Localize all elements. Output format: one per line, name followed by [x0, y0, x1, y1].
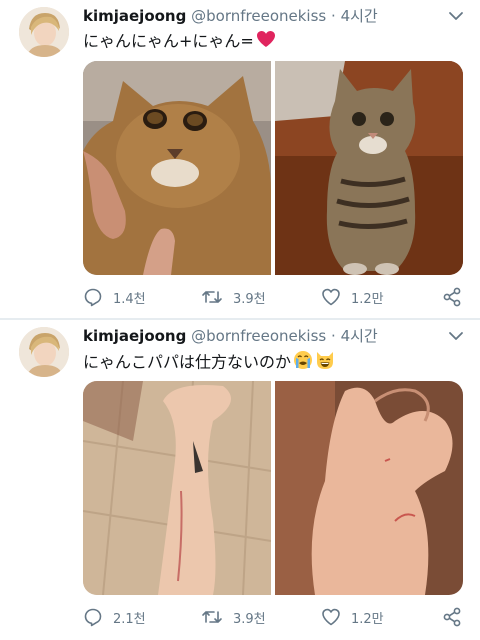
- reply-icon: [84, 608, 102, 627]
- timestamp[interactable]: 4시간: [341, 7, 378, 25]
- reply-button[interactable]: 2.1천: [83, 604, 146, 630]
- grinning-cat-face-icon: [315, 350, 335, 376]
- retweet-icon: [202, 611, 222, 623]
- share-icon: [443, 607, 461, 627]
- reply-count: 2.1천: [113, 611, 146, 627]
- media-image-cat-2[interactable]: [274, 61, 463, 275]
- retweet-icon: [202, 291, 222, 303]
- heart-outline-icon: [322, 288, 340, 306]
- avatar[interactable]: [19, 7, 69, 57]
- media-image-cat-1[interactable]: [83, 61, 272, 275]
- retweet-count: 3.9천: [233, 611, 266, 627]
- tweet-header: kimjaejoong @bornfreeonekiss · 4시간: [83, 326, 443, 346]
- timestamp[interactable]: 4시간: [341, 327, 378, 345]
- crying-face-icon: [293, 350, 313, 376]
- tweet-media[interactable]: [83, 381, 463, 595]
- share-button[interactable]: [441, 604, 463, 630]
- tweet-text: にゃんにゃん+にゃん=: [83, 30, 276, 54]
- tweet-text: にゃんこパパは仕方ないのか: [83, 350, 335, 376]
- chevron-down-icon[interactable]: [447, 9, 465, 23]
- separator: ·: [331, 7, 336, 25]
- reply-count: 1.4천: [113, 291, 146, 307]
- tweet[interactable]: kimjaejoong @bornfreeonekiss · 4시간 にゃんにゃ…: [0, 0, 480, 318]
- media-image-arm[interactable]: [83, 381, 272, 595]
- reply-icon: [84, 288, 102, 307]
- retweet-button[interactable]: 3.9천: [201, 604, 266, 630]
- like-count: 1.2만: [351, 611, 384, 627]
- tweet-header: kimjaejoong @bornfreeonekiss · 4시간: [83, 6, 443, 26]
- tweet-media[interactable]: [83, 61, 463, 275]
- handle[interactable]: @bornfreeonekiss: [191, 327, 326, 345]
- like-count: 1.2만: [351, 291, 384, 307]
- tweet-actions: 1.4천 3.9천 1.2만: [83, 284, 465, 310]
- heart-outline-icon: [322, 608, 340, 626]
- retweet-button[interactable]: 3.9천: [201, 284, 266, 310]
- retweet-count: 3.9천: [233, 291, 266, 307]
- tweet-text-body: にゃんこパパは仕方ないのか: [83, 352, 292, 372]
- chevron-down-icon[interactable]: [447, 329, 465, 343]
- separator: ·: [331, 327, 336, 345]
- display-name[interactable]: kimjaejoong: [83, 7, 186, 25]
- share-button[interactable]: [441, 284, 463, 310]
- handle[interactable]: @bornfreeonekiss: [191, 7, 326, 25]
- tweet-actions: 2.1천 3.9천 1.2만: [83, 604, 465, 630]
- like-button[interactable]: 1.2만: [321, 284, 384, 310]
- tweet[interactable]: kimjaejoong @bornfreeonekiss · 4시간 にゃんこパ…: [0, 320, 480, 640]
- share-icon: [443, 287, 461, 307]
- media-image-hand[interactable]: [274, 381, 463, 595]
- heart-icon: [256, 30, 276, 54]
- like-button[interactable]: 1.2만: [321, 604, 384, 630]
- reply-button[interactable]: 1.4천: [83, 284, 146, 310]
- avatar[interactable]: [19, 327, 69, 377]
- display-name[interactable]: kimjaejoong: [83, 327, 186, 345]
- tweet-text-body: にゃんにゃん+にゃん=: [83, 31, 254, 51]
